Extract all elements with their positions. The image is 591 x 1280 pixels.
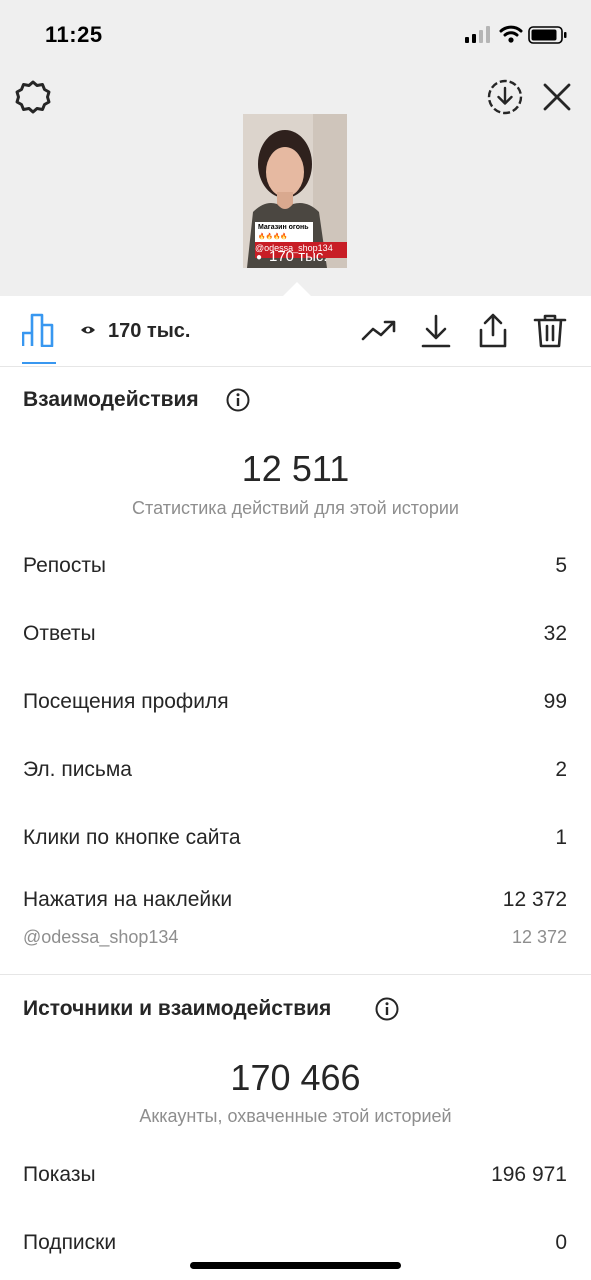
story-preview-header: 11:25 Магазин огонь 🔥🔥🔥🔥 @odessa_shop134… <box>0 0 591 296</box>
story-caption: Магазин огонь <box>258 224 309 231</box>
row-label-profile-visits: Посещения профиля <box>23 690 229 713</box>
trash-icon[interactable] <box>532 313 568 349</box>
row-value-replies: 32 <box>543 622 567 645</box>
info-icon[interactable] <box>226 388 250 412</box>
row-value-follows: 0 <box>555 1231 567 1254</box>
sticker-mention-value: 12 372 <box>511 927 567 947</box>
row-label-website-clicks: Клики по кнопке сайта <box>23 826 241 849</box>
close-icon[interactable] <box>540 80 574 114</box>
info-icon[interactable] <box>375 997 399 1021</box>
active-tab-indicator <box>22 362 56 364</box>
row-value-impressions: 196 971 <box>491 1163 567 1186</box>
row-label-replies: Ответы <box>23 622 96 645</box>
section-divider <box>0 974 591 975</box>
interactions-title: Взаимодействия <box>23 388 199 411</box>
row-value-website-clicks: 1 <box>555 826 567 849</box>
cellular-signal-icon <box>465 26 490 43</box>
settings-gear-icon[interactable] <box>14 78 52 116</box>
trending-icon[interactable] <box>361 313 397 349</box>
bar-chart-icon[interactable] <box>22 313 56 347</box>
story-views: 170 тыс. <box>269 248 328 265</box>
insights-toolbar: 170 тыс. <box>0 296 591 367</box>
eye-icon <box>81 326 95 334</box>
thumbnail-pointer <box>283 282 311 296</box>
sticker-mention-label: @odessa_shop134 <box>23 927 179 947</box>
status-time: 11:25 <box>45 22 103 47</box>
row-value-sticker-taps: 12 372 <box>502 888 567 911</box>
wifi-icon <box>499 25 523 43</box>
discovery-subtitle: Аккаунты, охваченные этой историей <box>139 1106 452 1126</box>
row-label-sticker-taps: Нажатия на наклейки <box>23 888 233 911</box>
discovery-total: 170 466 <box>230 1057 361 1098</box>
row-value-profile-visits: 99 <box>543 690 567 713</box>
discovery-title: Источники и взаимодействия <box>23 997 332 1020</box>
home-indicator[interactable] <box>190 1262 401 1269</box>
share-icon[interactable] <box>475 313 511 349</box>
interactions-total: 12 511 <box>241 448 350 489</box>
row-label-emails: Эл. письма <box>23 758 132 781</box>
save-download-icon[interactable] <box>486 78 524 116</box>
battery-icon <box>528 26 567 44</box>
row-label-follows: Подписки <box>23 1231 117 1254</box>
row-value-emails: 2 <box>555 758 567 781</box>
interactions-subtitle: Статистика действий для этой истории <box>132 498 459 518</box>
row-label-impressions: Показы <box>23 1163 96 1186</box>
download-icon[interactable] <box>418 313 454 349</box>
story-eye-icon: ● <box>256 252 263 263</box>
story-thumbnail[interactable]: Магазин огонь 🔥🔥🔥🔥 @odessa_shop134 ● 170… <box>243 114 347 268</box>
story-caption-emoji: 🔥🔥🔥🔥 <box>258 234 288 240</box>
row-label-reposts: Репосты <box>23 554 107 577</box>
views-count: 170 тыс. <box>108 320 191 342</box>
row-value-reposts: 5 <box>555 554 567 577</box>
